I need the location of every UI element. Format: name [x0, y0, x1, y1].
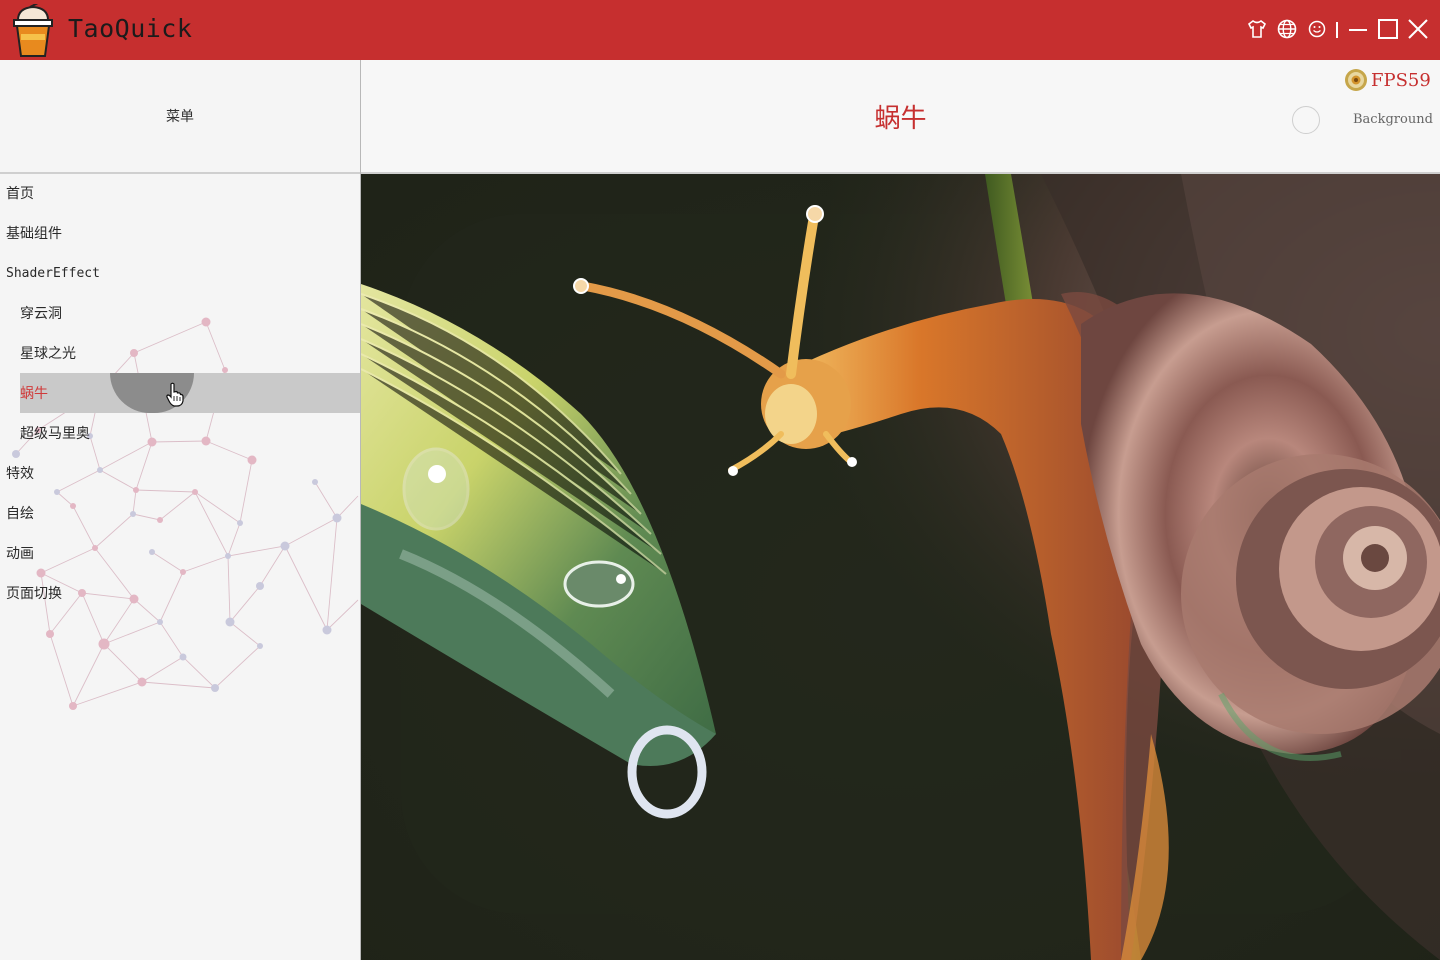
menu-item-super-mario[interactable]: 超级马里奥: [0, 413, 360, 453]
app-title: TaoQuick: [68, 14, 193, 43]
minimize-icon: [1349, 29, 1367, 31]
smiley-icon: [1308, 20, 1326, 38]
globe-icon: [1277, 19, 1297, 39]
menu-item-custom-paint[interactable]: 自绘: [0, 493, 360, 533]
menu-header: 菜单: [0, 60, 360, 174]
menu-panel: 菜单 首页 基础组件 ShaderEffect 穿云洞 星球之光 蜗牛 超级马里…: [0, 60, 361, 960]
skin-button[interactable]: [1245, 17, 1269, 41]
background-toggle[interactable]: [1292, 106, 1320, 134]
maximize-button[interactable]: [1376, 17, 1400, 41]
tshirt-icon: [1247, 20, 1267, 38]
title-bar: TaoQuick: [0, 0, 1440, 60]
fps-counter: FPS59: [1371, 70, 1431, 91]
close-button[interactable]: [1406, 17, 1430, 41]
menu-item-home[interactable]: 首页: [0, 173, 360, 213]
hand-cursor-icon: [166, 382, 184, 407]
menu-item-cloud-tunnel[interactable]: 穿云洞: [0, 293, 360, 333]
menu-item-animation[interactable]: 动画: [0, 533, 360, 573]
maximize-icon: [1378, 19, 1398, 39]
close-icon: [1408, 19, 1428, 39]
language-button[interactable]: [1275, 17, 1299, 41]
menu-item-page-switch[interactable]: 页面切换: [0, 573, 360, 613]
fps-gauge-icon: [1345, 69, 1367, 91]
titlebar-separator: [1336, 22, 1338, 38]
content-header: 蜗牛 FPS59 Background: [361, 60, 1440, 174]
snail-shader-scene: [361, 174, 1440, 960]
menu-item-effects[interactable]: 特效: [0, 453, 360, 493]
minimize-button[interactable]: [1346, 17, 1370, 41]
app-logo-icon: [13, 4, 53, 57]
menu-item-basic-components[interactable]: 基础组件: [0, 213, 360, 253]
page-title: 蜗牛: [874, 104, 927, 134]
about-button[interactable]: [1305, 17, 1329, 41]
menu-item-planet-light[interactable]: 星球之光: [0, 333, 360, 373]
background-label: Background: [1353, 112, 1433, 127]
menu-item-shadereffect[interactable]: ShaderEffect: [0, 253, 360, 293]
